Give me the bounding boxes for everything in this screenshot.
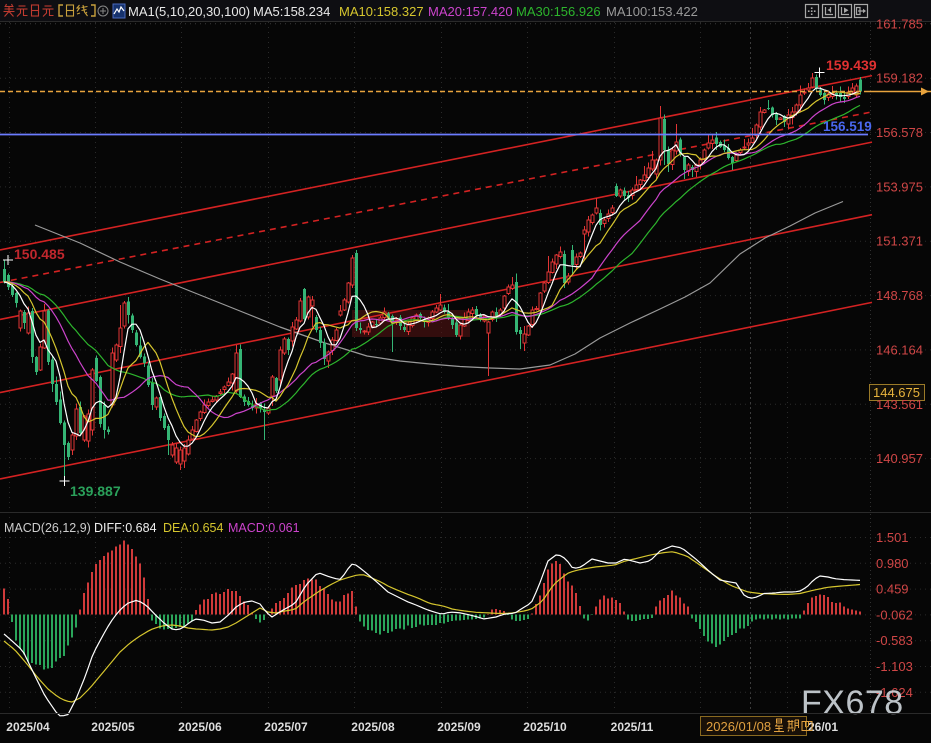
svg-text:2025/04: 2025/04 bbox=[6, 720, 50, 734]
svg-text:161.785: 161.785 bbox=[876, 16, 923, 31]
svg-text:2025/05: 2025/05 bbox=[91, 720, 135, 734]
svg-text:MA30:156.926: MA30:156.926 bbox=[516, 4, 601, 19]
svg-text:2025/10: 2025/10 bbox=[523, 720, 567, 734]
svg-text:1.501: 1.501 bbox=[876, 530, 909, 545]
svg-text:159.182: 159.182 bbox=[876, 71, 923, 86]
svg-text:-0.583: -0.583 bbox=[876, 633, 913, 648]
svg-text:0.459: 0.459 bbox=[876, 582, 909, 597]
svg-text:MA10:158.327: MA10:158.327 bbox=[339, 4, 424, 19]
svg-text:-1.103: -1.103 bbox=[876, 659, 913, 674]
svg-text:139.887: 139.887 bbox=[70, 483, 121, 499]
svg-text:2025/08: 2025/08 bbox=[351, 720, 395, 734]
svg-text:MACD:0.061: MACD:0.061 bbox=[228, 521, 300, 535]
svg-text:2025/11: 2025/11 bbox=[611, 720, 654, 734]
svg-text:FX678: FX678 bbox=[801, 684, 904, 722]
svg-text:159.439: 159.439 bbox=[826, 57, 877, 73]
svg-text:153.975: 153.975 bbox=[876, 179, 923, 194]
svg-text:151.371: 151.371 bbox=[876, 234, 923, 249]
svg-text:0.980: 0.980 bbox=[876, 556, 909, 571]
svg-text:MACD(26,12,9): MACD(26,12,9) bbox=[4, 521, 91, 535]
svg-text:-0.062: -0.062 bbox=[876, 607, 913, 622]
svg-text:MA100:153.422: MA100:153.422 bbox=[606, 4, 698, 19]
svg-text:150.485: 150.485 bbox=[14, 246, 65, 262]
svg-text:MA5:158.234: MA5:158.234 bbox=[253, 4, 330, 19]
svg-text:146.164: 146.164 bbox=[876, 342, 923, 357]
svg-text:MA20:157.420: MA20:157.420 bbox=[428, 4, 513, 19]
svg-text:DEA:0.654: DEA:0.654 bbox=[163, 521, 224, 535]
svg-text:156.519: 156.519 bbox=[823, 119, 872, 134]
svg-text:140.957: 140.957 bbox=[876, 451, 923, 466]
svg-text:143.561: 143.561 bbox=[876, 397, 923, 412]
svg-text:2025/06: 2025/06 bbox=[178, 720, 222, 734]
svg-text:DIFF:0.684: DIFF:0.684 bbox=[94, 521, 157, 535]
svg-text:156.578: 156.578 bbox=[876, 125, 923, 140]
svg-text:2025/07: 2025/07 bbox=[264, 720, 308, 734]
svg-text:26/01: 26/01 bbox=[808, 720, 838, 734]
svg-text:148.768: 148.768 bbox=[876, 288, 923, 303]
svg-text:2026/01/08: 2026/01/08 bbox=[706, 719, 771, 734]
svg-text:2025/09: 2025/09 bbox=[437, 720, 481, 734]
svg-text:MA1(5,10,20,30,100): MA1(5,10,20,30,100) bbox=[128, 4, 250, 19]
